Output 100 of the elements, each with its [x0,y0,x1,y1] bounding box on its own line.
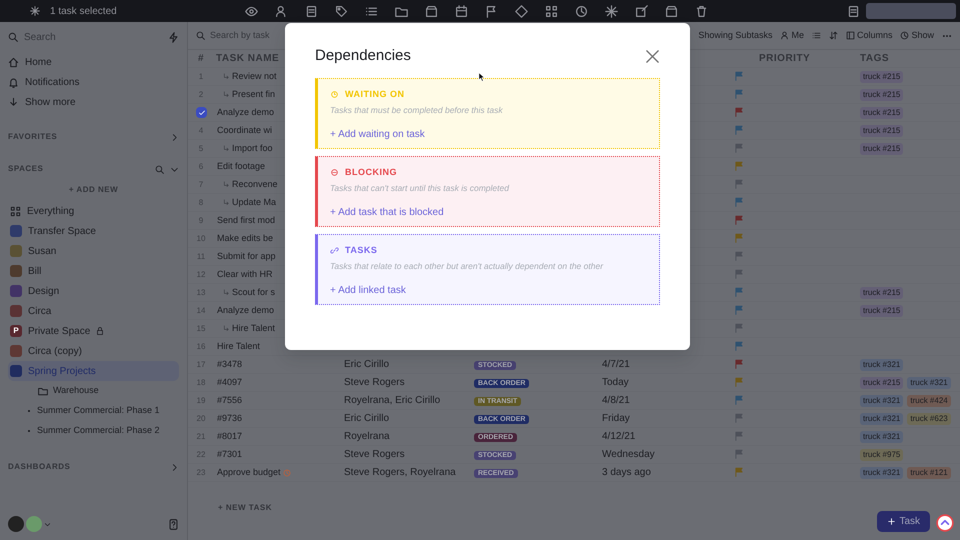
space-item[interactable]: Circa [8,301,179,321]
tag-label[interactable]: truck #215 [860,88,904,100]
nav-item[interactable]: Home [8,52,179,72]
task-name[interactable]: #3478 [217,358,242,372]
space-item[interactable]: Transfer Space [8,221,179,241]
task-name[interactable]: Update Ma [232,196,276,210]
add-task-link[interactable]: + Add task that is blocked [330,204,444,220]
task-name[interactable]: Send first mod [217,214,276,228]
tag-label[interactable]: truck #321 [860,412,904,424]
edit-icon[interactable] [634,4,648,18]
clock-icon[interactable] [574,4,588,18]
help-icon[interactable] [168,518,179,530]
space-item[interactable]: Everything [8,201,179,221]
task-name[interactable]: Hire Talent [217,340,260,354]
tag-label[interactable]: truck #215 [860,124,904,136]
nav-item[interactable]: Show more [8,92,179,112]
tag-label[interactable]: truck #215 [860,376,904,388]
caret-icon[interactable] [44,520,51,528]
add-task-link[interactable]: + Add waiting on task [330,126,425,142]
document-icon[interactable] [847,4,860,18]
group-icon[interactable] [812,31,821,40]
task-name[interactable]: #7301 [217,448,242,462]
task-name[interactable]: Coordinate wi [217,124,272,138]
avatar-circle[interactable] [8,516,24,532]
new-task-link[interactable]: + NEW TASK [218,502,272,514]
space-item[interactable]: Design [8,281,179,301]
tag-label[interactable]: truck #623 [907,412,951,424]
tag-label[interactable]: truck #321 [860,430,904,442]
task-name[interactable]: Edit footage [217,160,266,174]
task-name[interactable]: Scout for s [232,286,276,300]
add-task-link[interactable]: + Add linked task [330,282,406,298]
home-icon [8,56,19,68]
lightning-icon[interactable] [168,32,179,42]
task-name[interactable]: Make edits be [217,232,274,246]
new-task-button[interactable]: Task [877,511,930,532]
box-icon[interactable] [424,4,438,18]
subtasks-toggle[interactable]: Showing Subtasks [698,28,772,42]
due-date-text: 4/8/21 [602,394,631,408]
task-name[interactable]: #9736 [217,412,242,426]
user-icon [780,31,790,40]
columns-button[interactable]: Columns [846,28,892,42]
section-description: Tasks that relate to each other but aren't actually dependent on the other [330,260,604,273]
subtask-icon [223,181,230,188]
row-checkbox[interactable] [196,107,207,118]
task-name[interactable]: Present fin [232,88,276,102]
tag-label[interactable]: truck #215 [860,106,904,118]
tag-label[interactable]: truck #424 [907,394,951,406]
trash-icon[interactable] [694,4,708,18]
nav-item[interactable]: Notifications [8,72,179,92]
search-icon[interactable] [155,164,164,174]
task-name[interactable]: Review not [232,70,277,84]
tag-label[interactable]: truck #215 [860,286,904,298]
diamond-icon[interactable] [514,4,528,18]
task-name[interactable]: #7556 [217,394,242,408]
space-child-item[interactable]: Summer Commercial: Phase 1 [8,401,179,421]
tag-label[interactable]: truck #215 [860,70,904,82]
task-name[interactable]: Analyze demo [217,106,274,120]
tag-label[interactable]: truck #215 [860,142,904,154]
space-item[interactable]: Spring Projects [8,361,179,381]
space-item[interactable]: P Private Space [8,321,179,341]
task-name[interactable]: #4097 [217,376,242,390]
task-name[interactable]: Analyze demo [217,304,274,318]
calendar-icon[interactable] [454,4,468,18]
tag-label[interactable]: truck #321 [860,358,904,370]
task-name[interactable]: Submit for app [217,250,276,264]
document-icon[interactable] [304,4,318,18]
tag-label[interactable]: truck #321 [860,394,904,406]
space-child-item[interactable]: Summer Commercial: Phase 2 [8,421,179,441]
assignee-text: Royelrana, Eric Cirillo [344,394,442,408]
tag-label[interactable]: truck #321 [860,466,904,478]
space-item[interactable]: Susan [8,241,179,261]
logo-icon[interactable] [936,514,954,532]
tag-label[interactable]: truck #975 [860,448,904,460]
flag-icon[interactable] [484,4,498,18]
space-item[interactable]: Bill [8,261,179,281]
due-date-text: 4/12/21 [602,430,636,444]
asterisk-icon[interactable] [604,4,618,18]
task-name[interactable]: Import foo [232,142,273,156]
tag-icon[interactable] [334,4,348,18]
close-icon[interactable] [645,48,660,64]
tag-label[interactable]: truck #321 [907,376,951,388]
space-child-item[interactable]: Warehouse [8,381,179,401]
show-button[interactable]: Show [900,28,934,42]
task-name[interactable]: #8017 [217,430,242,444]
folder-icon[interactable] [394,4,408,18]
tag-label[interactable]: truck #215 [860,304,904,316]
chevron-icon[interactable] [170,462,179,472]
task-name[interactable]: Hire Talent [232,322,275,336]
chevron-icon[interactable] [170,132,179,142]
task-name[interactable]: Approve budget [217,466,281,480]
user-icon[interactable] [274,4,288,18]
sort-icon[interactable] [828,31,838,40]
eye-icon[interactable] [244,4,258,18]
plus-icon [887,517,896,526]
tag-label[interactable]: truck #121 [907,466,951,478]
task-name[interactable]: Clear with HR [217,268,273,282]
assignee-filter[interactable]: Me [780,28,804,42]
space-item[interactable]: Circa (copy) [8,341,179,361]
task-name[interactable]: Reconvene [232,178,278,192]
grid-icon[interactable] [544,4,558,18]
